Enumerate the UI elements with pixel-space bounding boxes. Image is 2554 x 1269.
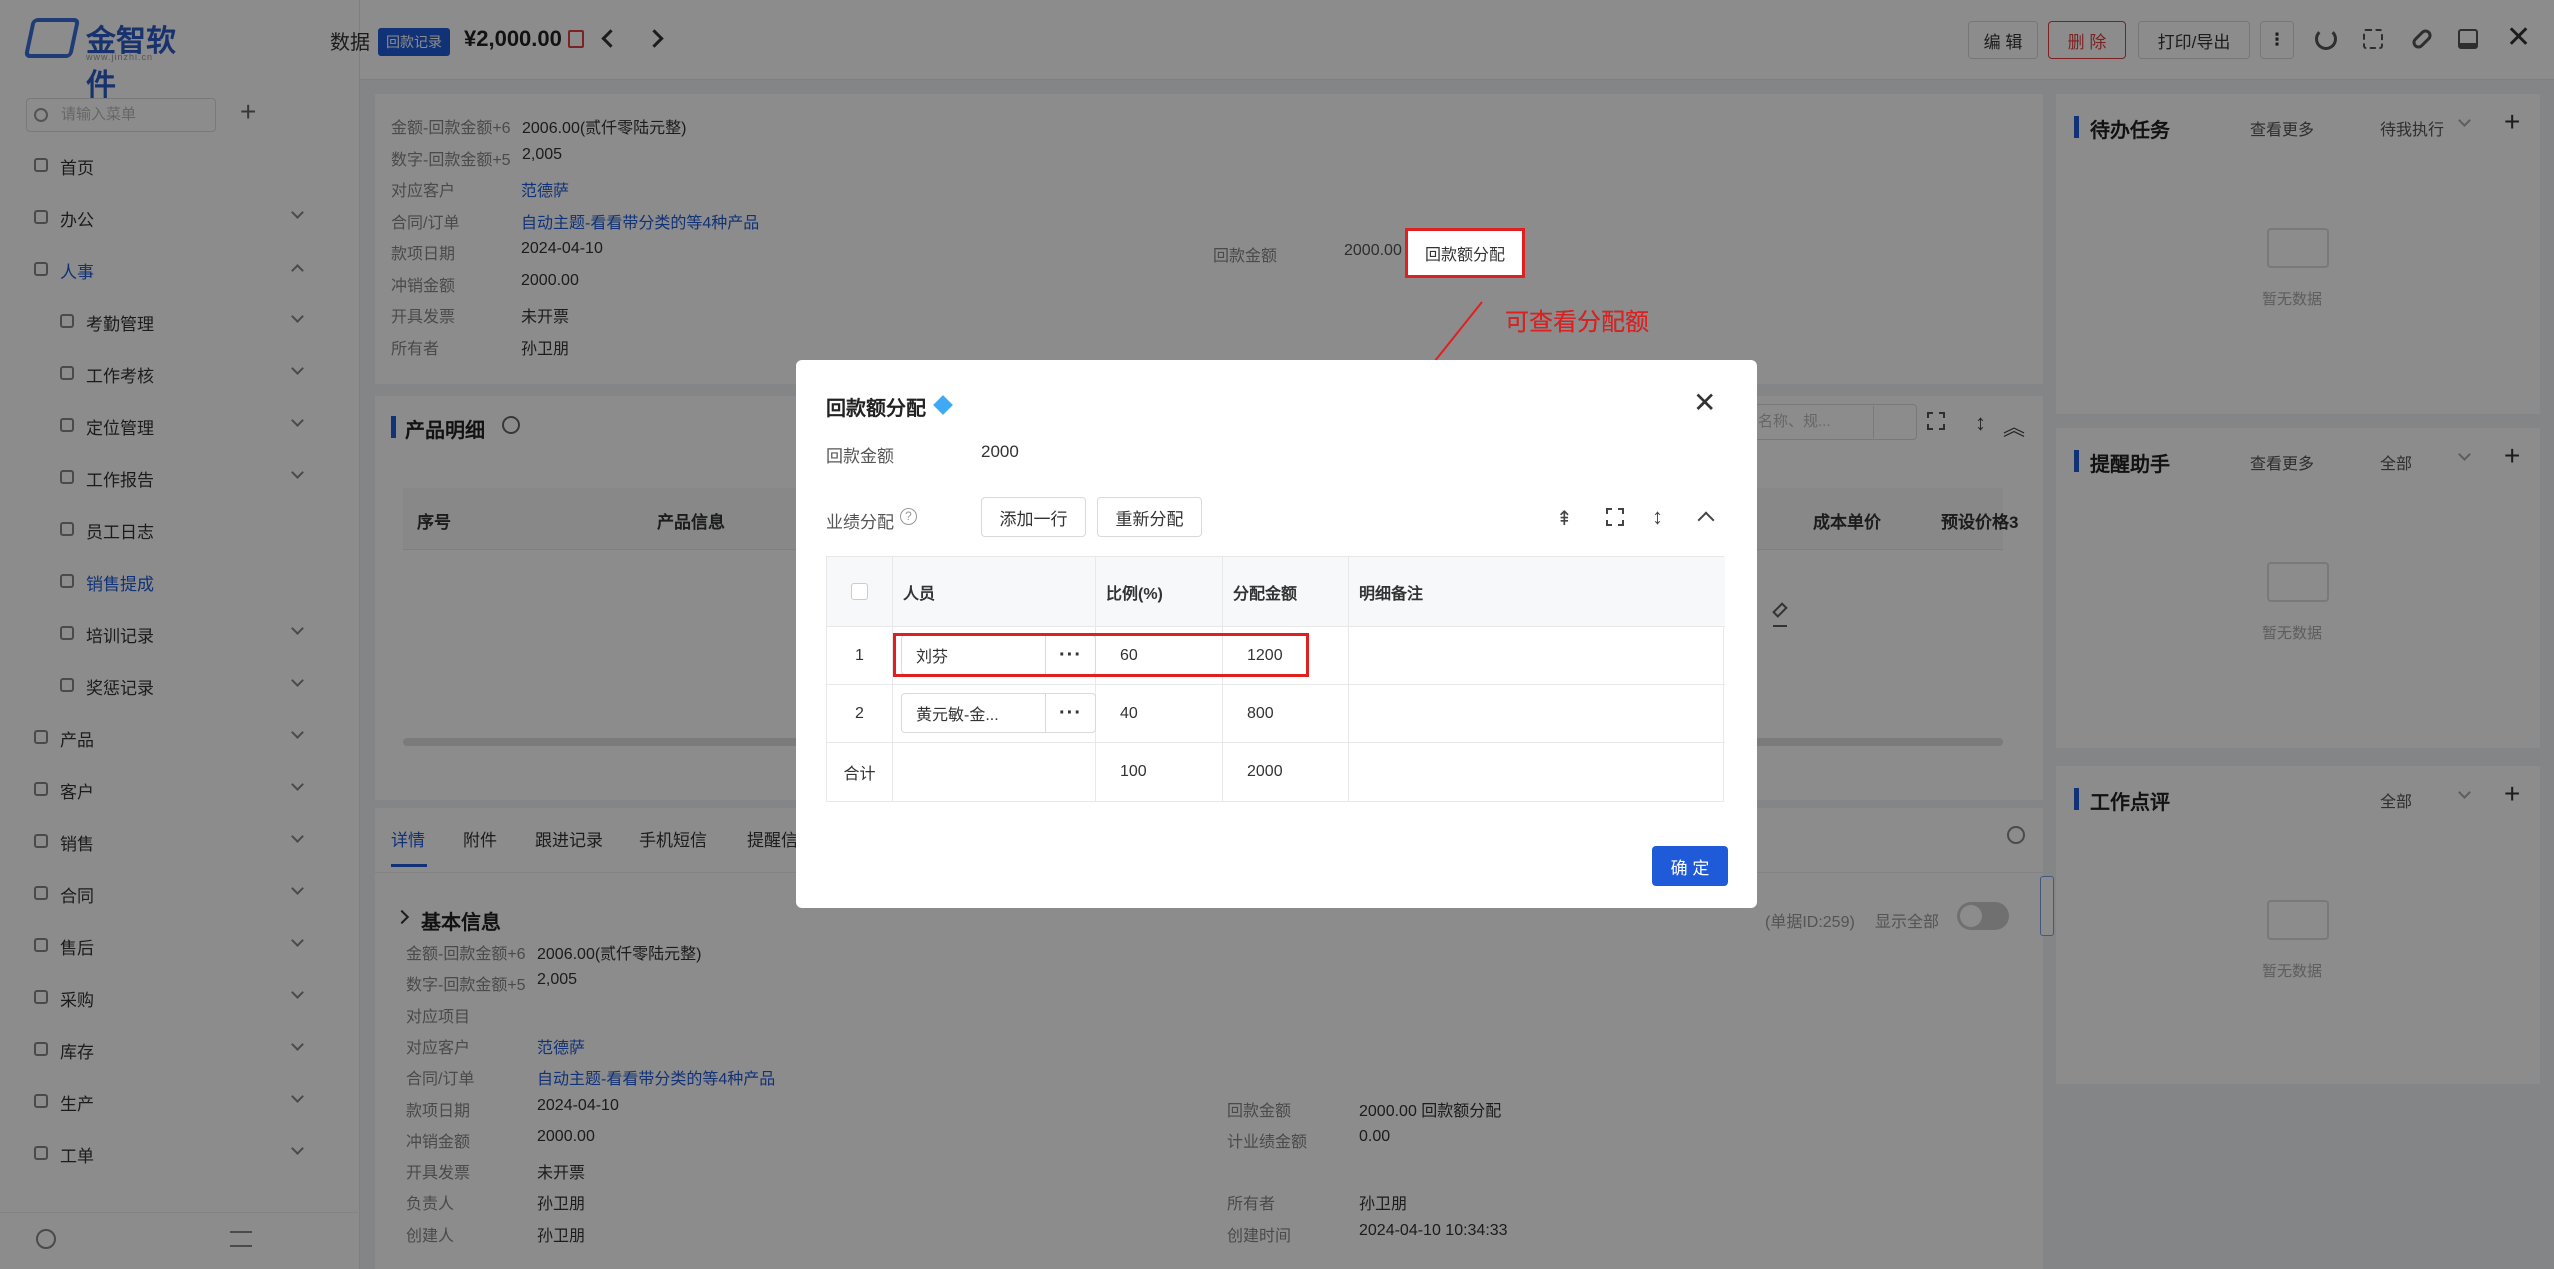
row-index: 2 bbox=[827, 685, 893, 743]
amount-label: 回款金额 bbox=[826, 447, 894, 466]
col-ratio-label: 比例(%) bbox=[1106, 585, 1163, 603]
dialog-fullscreen-icon[interactable] bbox=[1606, 508, 1624, 526]
row-density-icon[interactable]: ⇞ bbox=[1556, 506, 1573, 531]
person-picker[interactable]: 黄元敏-金... ··· bbox=[901, 693, 1096, 733]
row-index: 1 bbox=[827, 627, 893, 685]
person-name: 黄元敏-金... bbox=[916, 707, 999, 724]
header-select-cell bbox=[827, 557, 893, 627]
dialog-close-icon[interactable]: ✕ bbox=[1693, 386, 1716, 419]
allocation-dialog: 回款额分配 ✕ 回款金额 2000 业绩分配 ? 添加一行 重新分配 ⇞ ↕ 人… bbox=[796, 360, 1788, 908]
select-all-checkbox[interactable] bbox=[851, 583, 868, 600]
help-icon[interactable]: ? bbox=[900, 508, 917, 525]
allocation-button-highlight[interactable]: 回款额分配 bbox=[1405, 228, 1525, 278]
allocation-table: 人员 比例(%) 分配金额 明细备注 1 刘芬 ··· 60 1200 2 黄元 bbox=[826, 556, 1788, 802]
total-person-cell bbox=[893, 743, 1096, 801]
person-cell: 黄元敏-金... ··· bbox=[893, 685, 1096, 743]
row-highlight-box bbox=[893, 633, 1309, 677]
annotation-label: 可查看分配额 bbox=[1505, 310, 1649, 336]
col-alloc: 分配金额 bbox=[1223, 557, 1414, 627]
col-ratio: 比例(%) bbox=[1096, 557, 1279, 627]
add-row-button[interactable]: 添加一行 bbox=[981, 497, 1086, 537]
dialog-collapse-icon[interactable] bbox=[1697, 511, 1715, 529]
col-note: 明细备注 bbox=[1349, 557, 1788, 627]
more-icon[interactable]: ··· bbox=[1045, 694, 1095, 732]
dialog-title: 回款额分配 bbox=[826, 398, 926, 420]
note-cell[interactable] bbox=[1349, 627, 1725, 685]
col-note-label: 明细备注 bbox=[1359, 585, 1424, 603]
diamond-icon bbox=[933, 395, 953, 415]
total-note-cell bbox=[1349, 743, 1725, 801]
ratio-cell[interactable]: 40 bbox=[1096, 685, 1223, 743]
note-cell[interactable] bbox=[1349, 685, 1725, 743]
amount-cell[interactable]: 800 bbox=[1223, 685, 1349, 743]
total-label: 合计 bbox=[827, 743, 893, 801]
confirm-button[interactable]: 确 定 bbox=[1652, 846, 1728, 886]
perf-label: 业绩分配 bbox=[826, 513, 894, 532]
amount-value: 2000 bbox=[981, 442, 1019, 461]
total-ratio: 100 bbox=[1096, 743, 1223, 801]
col-person: 人员 bbox=[893, 557, 1096, 627]
dialog-resize-icon[interactable]: ↕ bbox=[1652, 504, 1663, 530]
redistribute-button[interactable]: 重新分配 bbox=[1097, 497, 1202, 537]
total-amount: 2000 bbox=[1223, 743, 1349, 801]
col-alloc-label: 分配金额 bbox=[1233, 585, 1298, 603]
edit-note-icon[interactable] bbox=[1773, 613, 1788, 627]
